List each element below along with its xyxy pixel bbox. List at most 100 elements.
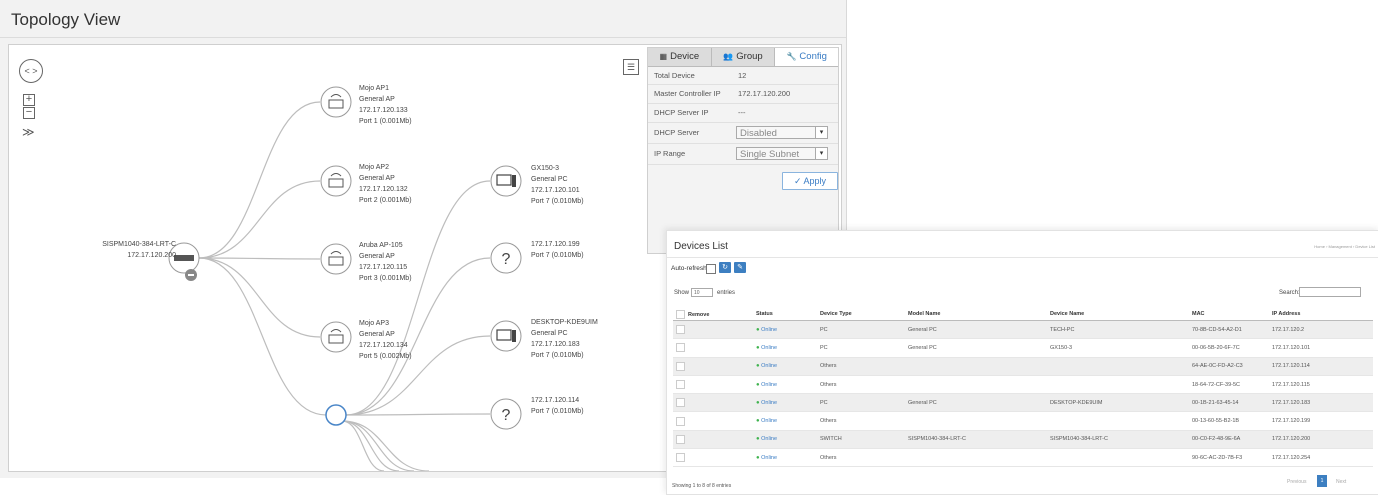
device-name-cell bbox=[1047, 375, 1189, 395]
client-node-ip: 172.17.120.114 bbox=[531, 397, 580, 404]
pc-tower-icon bbox=[512, 330, 516, 342]
entries-per-page-select[interactable]: 10 bbox=[691, 288, 713, 297]
ip-cell: 172.17.120.101 bbox=[1269, 338, 1373, 358]
hub-node[interactable] bbox=[325, 404, 347, 426]
remove-cell bbox=[673, 375, 753, 395]
pagination-page[interactable]: 1 bbox=[1317, 475, 1327, 487]
pan-control-icon[interactable]: < > bbox=[19, 59, 43, 83]
pencil-icon: ✎ bbox=[737, 264, 743, 271]
ap-node[interactable] bbox=[320, 86, 352, 118]
client-node-port: Port 7 (0.010Mb) bbox=[531, 408, 584, 415]
unknown-device-icon: ? bbox=[502, 407, 511, 424]
model-name-cell: General PC bbox=[905, 393, 1047, 413]
col-remove[interactable]: Remove bbox=[673, 308, 753, 321]
remove-cell bbox=[673, 338, 753, 358]
devices-list-window: Devices List Home › Management › Device … bbox=[666, 230, 1378, 495]
edit-button[interactable]: ✎ bbox=[734, 262, 746, 273]
ip-cell: 172.17.120.199 bbox=[1269, 411, 1373, 431]
col-device-type[interactable]: Device Type bbox=[817, 308, 905, 321]
status-text: Online bbox=[761, 326, 778, 333]
config-panel: ▦ Device 👥 Group 🔧 Config Total Device 12 M… bbox=[647, 47, 839, 254]
remove-checkbox[interactable] bbox=[676, 434, 685, 444]
status-text: Online bbox=[761, 399, 778, 406]
col-device-name[interactable]: Device Name bbox=[1047, 308, 1189, 321]
zoom-in-icon[interactable]: + bbox=[23, 94, 35, 106]
client-node-ip: 172.17.120.199 bbox=[531, 241, 580, 248]
dhcp-server-select[interactable]: Disabled ▾ bbox=[736, 126, 828, 139]
tab-device[interactable]: ▦ Device bbox=[648, 48, 712, 66]
model-name-cell: SISPM1040-384-LRT-C bbox=[905, 430, 1047, 450]
remove-checkbox[interactable] bbox=[676, 453, 685, 463]
device-type-cell: SWITCH bbox=[817, 430, 905, 450]
table-row[interactable]: ● Online PC General PC DESKTOP-KDE9UIM 00-1B… bbox=[673, 393, 1373, 413]
status-text: Online bbox=[761, 454, 778, 461]
model-name-cell bbox=[905, 448, 1047, 468]
chevron-down-icon[interactable]: ≫ bbox=[22, 125, 35, 139]
table-row[interactable]: ● Online SWITCH SISPM1040-384-LRT-C SISPM10… bbox=[673, 430, 1373, 450]
grid-icon: ▦ bbox=[659, 52, 668, 61]
col-status[interactable]: Status bbox=[753, 308, 817, 321]
refresh-button[interactable]: ↻ bbox=[719, 262, 731, 273]
config-row-label: Master Controller IP bbox=[654, 89, 721, 98]
ap-node-ip: 172.17.120.133 bbox=[359, 107, 408, 114]
search-label: Search: bbox=[1279, 290, 1300, 296]
table-row[interactable]: ● Online PC General PC GX150-3 00-06-5B-20-6… bbox=[673, 338, 1373, 358]
tab-config[interactable]: 🔧 Config bbox=[775, 48, 839, 66]
ap-node[interactable] bbox=[320, 243, 352, 275]
ap-node[interactable] bbox=[320, 321, 352, 353]
client-node[interactable] bbox=[490, 320, 522, 352]
status-text: Online bbox=[761, 363, 778, 370]
auto-refresh-checkbox[interactable] bbox=[706, 264, 716, 274]
remove-checkbox[interactable] bbox=[676, 325, 685, 335]
remove-checkbox[interactable] bbox=[676, 398, 685, 408]
remove-checkbox[interactable] bbox=[676, 343, 685, 353]
status-cell: ● Online bbox=[753, 320, 817, 340]
online-dot-icon: ● bbox=[756, 363, 760, 370]
col-mac[interactable]: MAC bbox=[1189, 308, 1269, 321]
status-cell: ● Online bbox=[753, 338, 817, 358]
ap-node-label: Mojo AP2 General AP 172.17.120.132 Port … bbox=[359, 162, 412, 206]
remove-checkbox[interactable] bbox=[676, 380, 685, 390]
apply-button[interactable]: ✓ Apply bbox=[782, 172, 838, 190]
config-row-label: DHCP Server bbox=[654, 128, 700, 137]
ip-range-select[interactable]: Single Subnet ▾ bbox=[736, 147, 828, 160]
client-node[interactable] bbox=[490, 165, 522, 197]
model-name-cell bbox=[905, 411, 1047, 431]
table-row[interactable]: ● Online Others 18-64-72-CF-39-5C 172.17.12… bbox=[673, 375, 1373, 395]
table-row[interactable]: ● Online PC General PC TECH-PC 70-8B-CD-54-A… bbox=[673, 320, 1373, 340]
ip-cell: 172.17.120.115 bbox=[1269, 375, 1373, 395]
col-model-name[interactable]: Model Name bbox=[905, 308, 1047, 321]
dropdown-caret-icon: ▾ bbox=[815, 148, 827, 159]
remove-checkbox[interactable] bbox=[676, 416, 685, 426]
zoom-out-icon[interactable]: − bbox=[23, 107, 35, 119]
table-row[interactable]: ● Online Others 64-AE-0C-FD-A2-C3 172.17.12… bbox=[673, 357, 1373, 376]
config-tabs: ▦ Device 👥 Group 🔧 Config bbox=[648, 48, 839, 67]
remove-checkbox[interactable] bbox=[676, 361, 685, 371]
breadcrumb[interactable]: Home › Management › Device List bbox=[1314, 244, 1375, 249]
col-ip-address[interactable]: IP Address bbox=[1269, 308, 1373, 321]
mac-cell: 90-6C-AC-2D-7B-F3 bbox=[1189, 448, 1269, 468]
dhcp-server-value: Disabled bbox=[740, 128, 777, 139]
ap-node-type: General AP bbox=[359, 253, 395, 260]
select-all-checkbox[interactable] bbox=[676, 309, 685, 319]
ap-node-ip: 172.17.120.134 bbox=[359, 342, 408, 349]
table-header-row: Remove Status Device Type Model Name Dev… bbox=[673, 308, 1373, 321]
tab-group[interactable]: 👥 Group bbox=[711, 48, 776, 66]
pagination-next[interactable]: Next bbox=[1336, 479, 1346, 485]
status-text: Online bbox=[761, 436, 778, 443]
pagination-previous[interactable]: Previous bbox=[1287, 479, 1306, 485]
table-row[interactable]: ● Online Others 00-13-60-55-B2-1B 172.17.12… bbox=[673, 411, 1373, 431]
device-type-cell: Others bbox=[817, 357, 905, 376]
ap-node[interactable] bbox=[320, 165, 352, 197]
status-text: Online bbox=[761, 381, 778, 388]
mac-cell: 00-1B-21-63-45-14 bbox=[1189, 393, 1269, 413]
remove-cell bbox=[673, 448, 753, 468]
dropdown-caret-icon: ▾ bbox=[815, 127, 827, 138]
online-dot-icon: ● bbox=[756, 418, 760, 425]
search-input[interactable] bbox=[1299, 287, 1361, 297]
ap-node-type: General AP bbox=[359, 96, 395, 103]
ap-node-name: Mojo AP1 bbox=[359, 85, 389, 92]
ap-node-name: Aruba AP-105 bbox=[359, 242, 403, 249]
table-row[interactable]: ● Online Others 90-6C-AC-2D-7B-F3 172.17.12… bbox=[673, 448, 1373, 468]
legend-list-icon[interactable]: ☰ bbox=[623, 59, 639, 75]
